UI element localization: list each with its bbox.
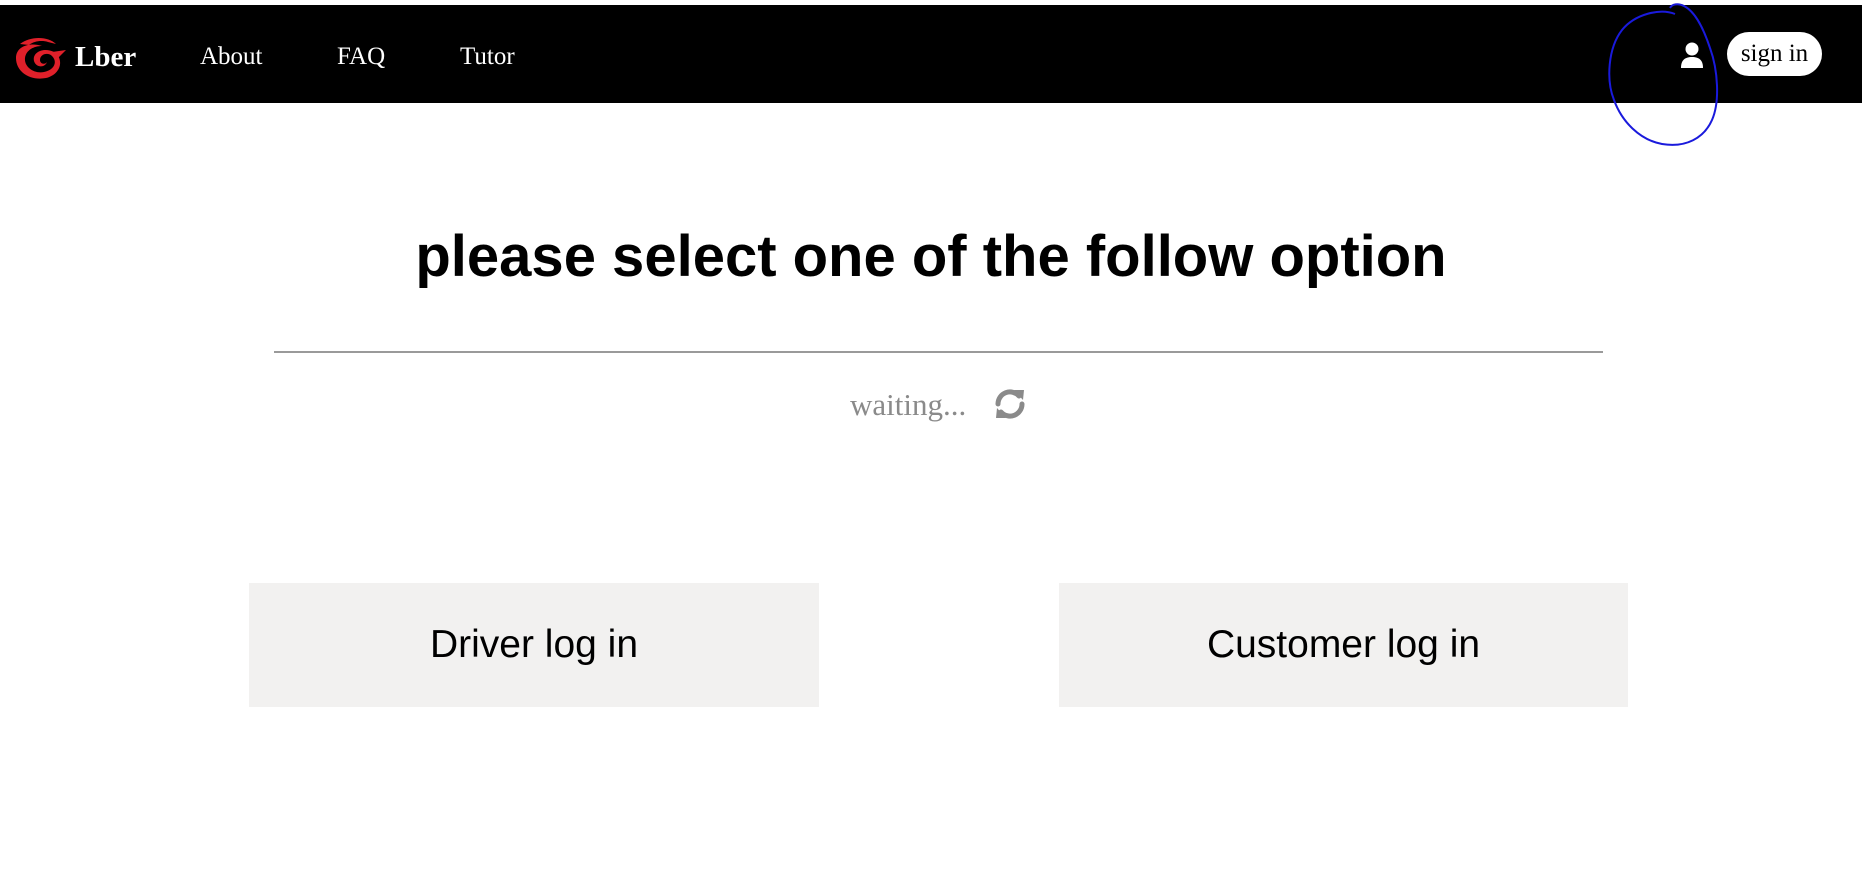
status-text: waiting... bbox=[850, 387, 967, 422]
user-icon[interactable] bbox=[1680, 41, 1704, 69]
brand-logo-icon[interactable] bbox=[12, 34, 67, 80]
nav-link-faq[interactable]: FAQ bbox=[337, 39, 385, 75]
page-title: please select one of the follow option bbox=[415, 224, 1447, 289]
nav-link-about[interactable]: About bbox=[200, 39, 263, 75]
customer-login-button[interactable]: Customer log in bbox=[1059, 583, 1628, 707]
driver-login-button[interactable]: Driver log in bbox=[249, 583, 819, 707]
nav-link-tutor[interactable]: Tutor bbox=[460, 39, 515, 75]
sign-in-button[interactable]: sign in bbox=[1727, 32, 1822, 76]
brand-name[interactable]: Lber bbox=[75, 39, 136, 75]
divider bbox=[274, 351, 1603, 353]
refresh-icon bbox=[995, 389, 1025, 419]
top-navbar: Lber About FAQ Tutor sign in bbox=[0, 5, 1862, 103]
